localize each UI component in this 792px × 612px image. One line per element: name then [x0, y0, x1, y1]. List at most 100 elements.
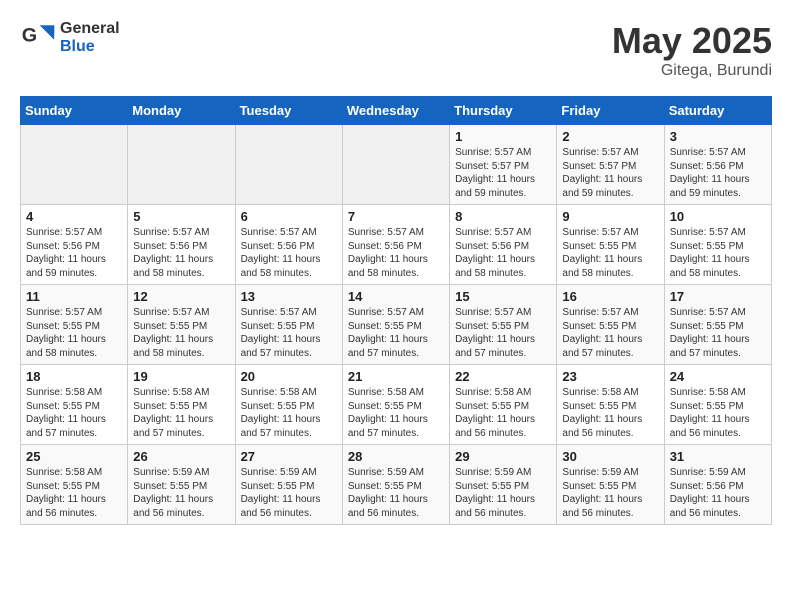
- calendar-cell: 4Sunrise: 5:57 AM Sunset: 5:56 PM Daylig…: [21, 205, 128, 285]
- logo-blue: Blue: [60, 38, 120, 56]
- week-row-2: 4 Sunrise: 5:57 AM Sunset: 5:56 PM Daylig…: [21, 205, 772, 285]
- logo-text: General Blue: [60, 20, 120, 55]
- day-number: 11: [26, 289, 122, 304]
- calendar-cell: [342, 125, 449, 205]
- calendar-cell: 1 Sunrise: 5:57 AM Sunset: 5:57 PM Daylig…: [450, 125, 557, 205]
- calendar-cell: 17 Sunrise: 5:57 AM Sunset: 5:55 PM Dayli…: [664, 285, 771, 365]
- day-info: Sunrise: 5:57 AM Sunset: 5:55 PM Dayligh…: [562, 226, 658, 280]
- day-number: 12: [133, 289, 229, 304]
- calendar-cell: 3Sunrise: 5:57 AM Sunset: 5:56 PM Daylig…: [664, 125, 771, 205]
- day-number: 13: [241, 289, 337, 304]
- calendar-cell: 7 Sunrise: 5:57 AM Sunset: 5:56 PM Daylig…: [342, 205, 449, 285]
- calendar-cell: 10 Sunrise: 5:57 AM Sunset: 5:55 PM Dayli…: [664, 205, 771, 285]
- calendar-cell: 8 Sunrise: 5:57 AM Sunset: 5:56 PM Daylig…: [450, 205, 557, 285]
- calendar-cell: 9 Sunrise: 5:57 AM Sunset: 5:55 PM Daylig…: [557, 205, 664, 285]
- calendar-cell: 21 Sunrise: 5:58 AM Sunset: 5:55 PM Dayli…: [342, 365, 449, 445]
- weekday-monday: Monday: [128, 97, 235, 125]
- day-number: 27: [241, 449, 337, 464]
- calendar-cell: 19 Sunrise: 5:58 AM Sunset: 5:55 PM Dayli…: [128, 365, 235, 445]
- calendar-cell: 14 Sunrise: 5:57 AM Sunset: 5:55 PM Dayli…: [342, 285, 449, 365]
- day-info: Sunrise: 5:57 AM Sunset: 5:56 PM Dayligh…: [133, 226, 229, 280]
- day-number: 5: [133, 209, 229, 224]
- day-info: Sunrise: 5:57 AM Sunset: 5:57 PM Dayligh…: [455, 146, 551, 200]
- calendar-cell: 23 Sunrise: 5:58 AM Sunset: 5:55 PM Dayli…: [557, 365, 664, 445]
- calendar-cell: 31 Sunrise: 5:59 AM Sunset: 5:56 PM Dayli…: [664, 445, 771, 525]
- day-number: 10: [670, 209, 766, 224]
- day-info: Sunrise: 5:57 AM Sunset: 5:56 PM Dayligh…: [670, 146, 766, 200]
- day-info: Sunrise: 5:59 AM Sunset: 5:55 PM Dayligh…: [241, 466, 337, 520]
- calendar-cell: 28 Sunrise: 5:59 AM Sunset: 5:55 PM Dayli…: [342, 445, 449, 525]
- day-number: 16: [562, 289, 658, 304]
- calendar-cell: [21, 125, 128, 205]
- week-row-1: 1 Sunrise: 5:57 AM Sunset: 5:57 PM Daylig…: [21, 125, 772, 205]
- day-number: 18: [26, 369, 122, 384]
- calendar-cell: 13 Sunrise: 5:57 AM Sunset: 5:55 PM Dayli…: [235, 285, 342, 365]
- weekday-tuesday: Tuesday: [235, 97, 342, 125]
- month-year: May 2025: [612, 20, 772, 62]
- week-row-5: 25 Sunrise: 5:58 AM Sunset: 5:55 PM Dayli…: [21, 445, 772, 525]
- day-info: Sunrise: 5:59 AM Sunset: 5:55 PM Dayligh…: [133, 466, 229, 520]
- calendar-cell: 2Sunrise: 5:57 AM Sunset: 5:57 PM Daylig…: [557, 125, 664, 205]
- svg-text:G: G: [22, 25, 37, 47]
- calendar-cell: 15 Sunrise: 5:57 AM Sunset: 5:55 PM Dayli…: [450, 285, 557, 365]
- day-number: 25: [26, 449, 122, 464]
- day-info: Sunrise: 5:57 AM Sunset: 5:55 PM Dayligh…: [670, 226, 766, 280]
- day-number: 7: [348, 209, 444, 224]
- day-info: Sunrise: 5:58 AM Sunset: 5:55 PM Dayligh…: [348, 386, 444, 440]
- day-number: 22: [455, 369, 551, 384]
- day-info: Sunrise: 5:58 AM Sunset: 5:55 PM Dayligh…: [562, 386, 658, 440]
- weekday-sunday: Sunday: [21, 97, 128, 125]
- location: Gitega, Burundi: [612, 62, 772, 80]
- day-number: 31: [670, 449, 766, 464]
- day-number: 21: [348, 369, 444, 384]
- day-info: Sunrise: 5:57 AM Sunset: 5:55 PM Dayligh…: [562, 306, 658, 360]
- day-info: Sunrise: 5:57 AM Sunset: 5:56 PM Dayligh…: [241, 226, 337, 280]
- day-number: 6: [241, 209, 337, 224]
- calendar-cell: 29 Sunrise: 5:59 AM Sunset: 5:55 PM Dayli…: [450, 445, 557, 525]
- day-info: Sunrise: 5:57 AM Sunset: 5:55 PM Dayligh…: [26, 306, 122, 360]
- day-info: Sunrise: 5:57 AM Sunset: 5:55 PM Dayligh…: [133, 306, 229, 360]
- day-number: 8: [455, 209, 551, 224]
- calendar-cell: 12 Sunrise: 5:57 AM Sunset: 5:55 PM Dayli…: [128, 285, 235, 365]
- calendar-cell: [128, 125, 235, 205]
- calendar-table: SundayMondayTuesdayWednesdayThursdayFrid…: [20, 96, 772, 525]
- title-block: May 2025 Gitega, Burundi: [612, 20, 772, 80]
- day-number: 15: [455, 289, 551, 304]
- day-info: Sunrise: 5:59 AM Sunset: 5:55 PM Dayligh…: [455, 466, 551, 520]
- day-info: Sunrise: 5:57 AM Sunset: 5:57 PM Dayligh…: [562, 146, 658, 200]
- calendar-cell: 22Sunrise: 5:58 AM Sunset: 5:55 PM Dayli…: [450, 365, 557, 445]
- week-row-4: 18 Sunrise: 5:58 AM Sunset: 5:55 PM Dayli…: [21, 365, 772, 445]
- weekday-wednesday: Wednesday: [342, 97, 449, 125]
- day-number: 17: [670, 289, 766, 304]
- day-info: Sunrise: 5:57 AM Sunset: 5:56 PM Dayligh…: [455, 226, 551, 280]
- day-number: 29: [455, 449, 551, 464]
- day-info: Sunrise: 5:57 AM Sunset: 5:56 PM Dayligh…: [348, 226, 444, 280]
- calendar-cell: 5 Sunrise: 5:57 AM Sunset: 5:56 PM Daylig…: [128, 205, 235, 285]
- day-info: Sunrise: 5:58 AM Sunset: 5:55 PM Dayligh…: [241, 386, 337, 440]
- day-number: 23: [562, 369, 658, 384]
- day-info: Sunrise: 5:59 AM Sunset: 5:56 PM Dayligh…: [670, 466, 766, 520]
- day-number: 9: [562, 209, 658, 224]
- day-info: Sunrise: 5:57 AM Sunset: 5:55 PM Dayligh…: [348, 306, 444, 360]
- day-info: Sunrise: 5:59 AM Sunset: 5:55 PM Dayligh…: [562, 466, 658, 520]
- weekday-thursday: Thursday: [450, 97, 557, 125]
- day-info: Sunrise: 5:58 AM Sunset: 5:55 PM Dayligh…: [26, 466, 122, 520]
- day-info: Sunrise: 5:57 AM Sunset: 5:55 PM Dayligh…: [241, 306, 337, 360]
- day-info: Sunrise: 5:59 AM Sunset: 5:55 PM Dayligh…: [348, 466, 444, 520]
- day-number: 4: [26, 209, 122, 224]
- calendar-cell: 20Sunrise: 5:58 AM Sunset: 5:55 PM Dayli…: [235, 365, 342, 445]
- week-row-3: 11 Sunrise: 5:57 AM Sunset: 5:55 PM Dayli…: [21, 285, 772, 365]
- day-info: Sunrise: 5:58 AM Sunset: 5:55 PM Dayligh…: [133, 386, 229, 440]
- day-number: 1: [455, 129, 551, 144]
- day-info: Sunrise: 5:58 AM Sunset: 5:55 PM Dayligh…: [26, 386, 122, 440]
- weekday-saturday: Saturday: [664, 97, 771, 125]
- day-info: Sunrise: 5:57 AM Sunset: 5:55 PM Dayligh…: [455, 306, 551, 360]
- calendar-cell: 6 Sunrise: 5:57 AM Sunset: 5:56 PM Daylig…: [235, 205, 342, 285]
- day-number: 19: [133, 369, 229, 384]
- day-info: Sunrise: 5:57 AM Sunset: 5:55 PM Dayligh…: [670, 306, 766, 360]
- day-number: 14: [348, 289, 444, 304]
- day-number: 28: [348, 449, 444, 464]
- calendar-cell: 25 Sunrise: 5:58 AM Sunset: 5:55 PM Dayli…: [21, 445, 128, 525]
- logo-icon: G: [20, 20, 56, 56]
- calendar-cell: 26Sunrise: 5:59 AM Sunset: 5:55 PM Dayli…: [128, 445, 235, 525]
